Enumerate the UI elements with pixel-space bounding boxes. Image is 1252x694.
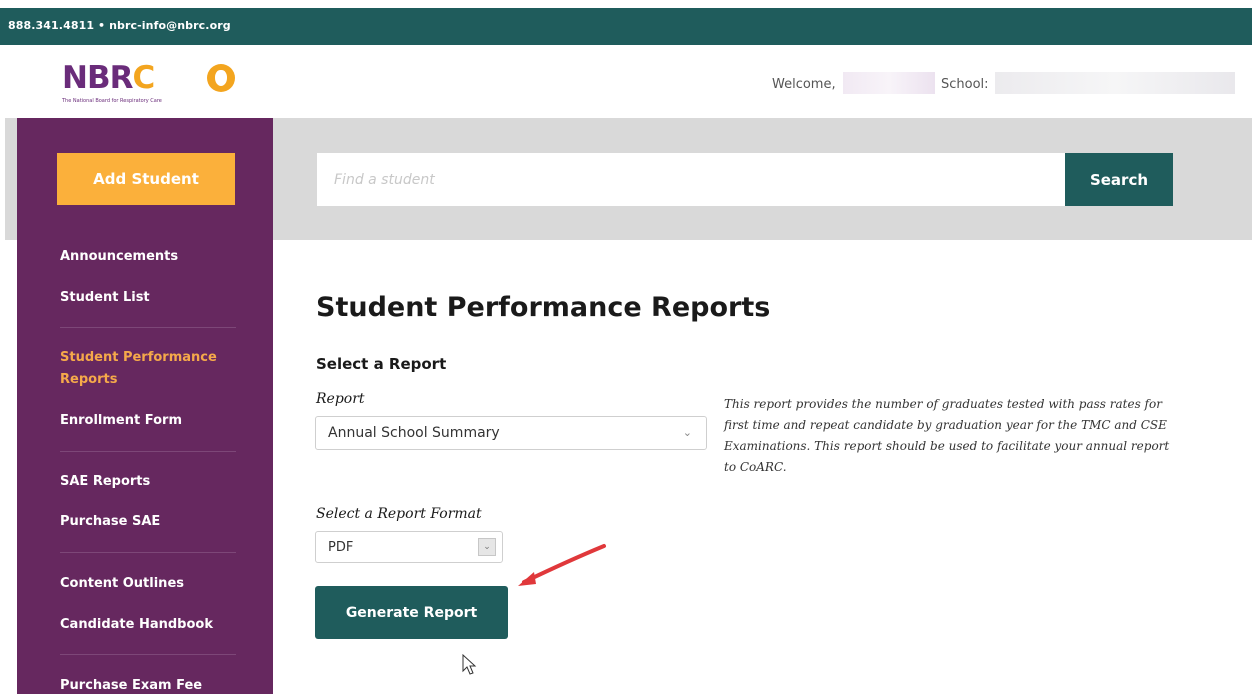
nbrc-logo[interactable]: NBRC The National Board for Respiratory … bbox=[62, 60, 252, 120]
welcome-label: Welcome, bbox=[772, 77, 836, 92]
chevron-down-icon: ⌄ bbox=[478, 538, 496, 556]
report-description: This report provides the number of gradu… bbox=[724, 397, 1170, 474]
sidebar-item-announcements[interactable]: Announcements bbox=[60, 246, 178, 268]
sidebar-item-student-list[interactable]: Student List bbox=[60, 287, 150, 309]
report-format-label: Select a Report Format bbox=[316, 506, 482, 522]
logo-wordmark: NBRC bbox=[62, 60, 155, 96]
annotation-arrow-icon bbox=[518, 544, 606, 586]
sidebar-divider bbox=[60, 451, 236, 452]
sidebar-item-student-performance-reports[interactable]: Student Performance Reports bbox=[60, 347, 230, 391]
school-label: School: bbox=[941, 77, 989, 92]
report-select[interactable]: Annual School Summary ⌄ bbox=[315, 416, 707, 450]
search-button[interactable]: Search bbox=[1065, 153, 1173, 206]
sidebar-item-purchase-exam-fee[interactable]: Purchase Exam Fee bbox=[60, 675, 202, 694]
logo-tagline: The National Board for Respiratory Care bbox=[62, 98, 162, 104]
report-format-value: PDF bbox=[328, 539, 354, 555]
redacted-school-name bbox=[995, 72, 1235, 94]
generate-report-button[interactable]: Generate Report bbox=[315, 586, 508, 639]
page-title: Student Performance Reports bbox=[316, 292, 771, 323]
sidebar-item-sae-reports[interactable]: SAE Reports bbox=[60, 471, 150, 493]
report-label: Report bbox=[316, 391, 365, 407]
lungs-icon bbox=[207, 64, 235, 92]
sidebar-item-content-outlines[interactable]: Content Outlines bbox=[60, 573, 184, 595]
add-student-button[interactable]: Add Student bbox=[57, 153, 235, 205]
sidebar-item-purchase-sae[interactable]: Purchase SAE bbox=[60, 511, 160, 533]
report-format-select[interactable]: PDF ⌄ bbox=[315, 531, 503, 563]
sidebar-divider bbox=[60, 552, 236, 553]
sidebar-divider bbox=[60, 327, 236, 328]
mouse-cursor-icon bbox=[462, 654, 477, 675]
sidebar: Add Student Announcements Student List S… bbox=[17, 118, 273, 694]
top-contact-bar: 888.341.4811 • nbrc-info@nbrc.org bbox=[0, 8, 1252, 45]
redacted-user-name bbox=[843, 72, 935, 94]
sidebar-item-candidate-handbook[interactable]: Candidate Handbook bbox=[60, 614, 213, 636]
chevron-down-icon: ⌄ bbox=[682, 426, 692, 439]
section-title: Select a Report bbox=[316, 355, 447, 373]
report-select-value: Annual School Summary bbox=[328, 425, 500, 441]
sidebar-divider bbox=[60, 654, 236, 655]
contact-info[interactable]: 888.341.4811 • nbrc-info@nbrc.org bbox=[8, 19, 231, 32]
student-search-input[interactable] bbox=[317, 153, 1065, 206]
sidebar-item-enrollment-form[interactable]: Enrollment Form bbox=[60, 410, 182, 432]
